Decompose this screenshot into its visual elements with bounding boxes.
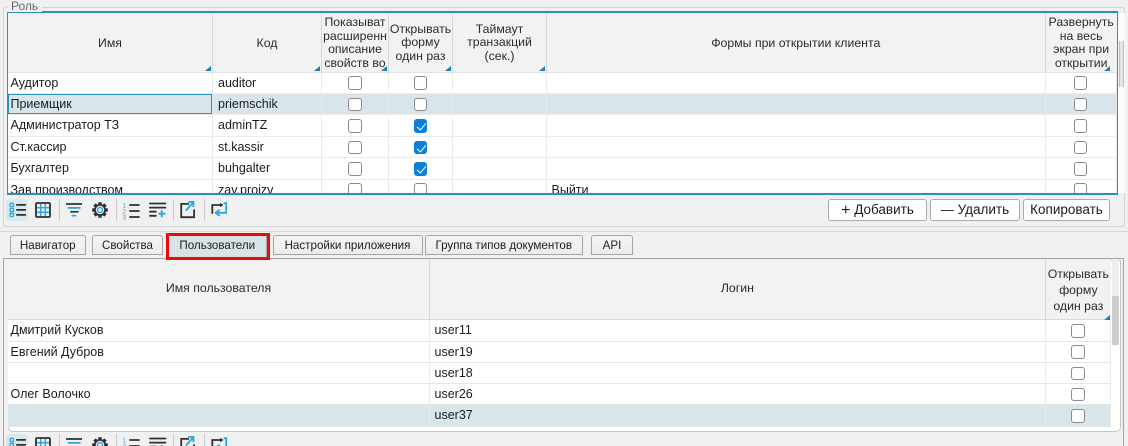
svg-text:3: 3 bbox=[122, 214, 126, 219]
